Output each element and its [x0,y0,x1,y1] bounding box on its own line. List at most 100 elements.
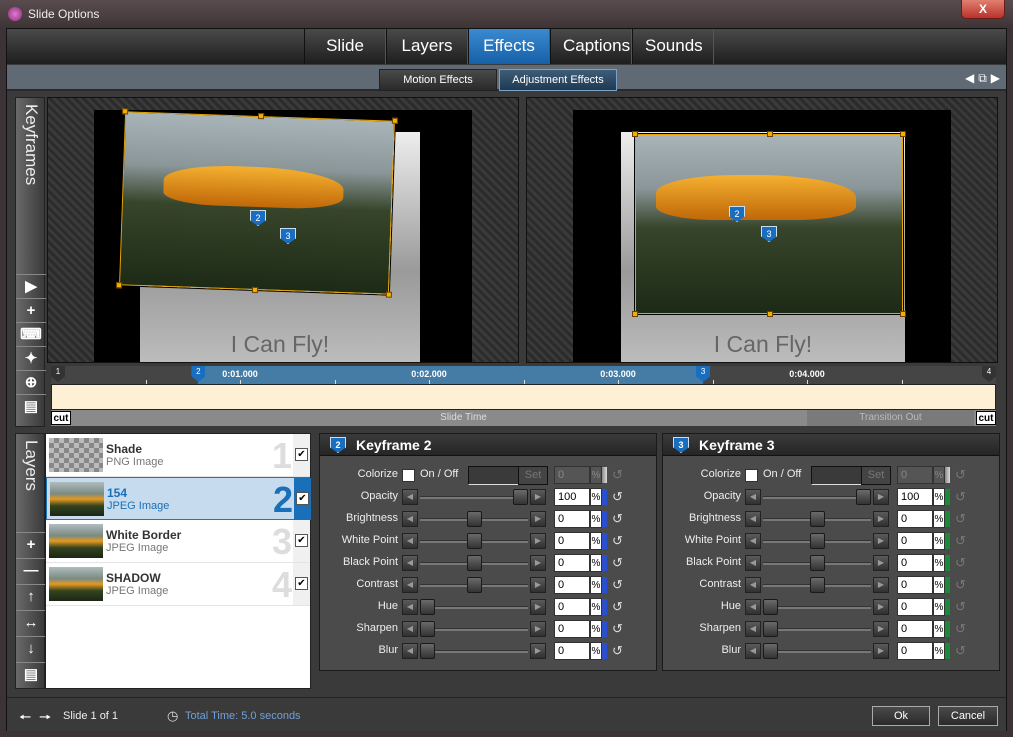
layer-row[interactable]: 154 JPEG Image 2 ✔ [46,477,311,520]
slider-thumb[interactable] [420,643,435,659]
prev-slide-icon[interactable]: 🠔 [19,707,31,731]
adjustment-value-input[interactable]: 0 [554,598,590,616]
decrease-button[interactable]: ◀ [745,489,761,505]
decrease-button[interactable]: ◀ [745,511,761,527]
reset-icon[interactable]: ↺ [955,643,966,659]
reset-icon[interactable]: ↺ [612,489,623,505]
slider-thumb[interactable] [420,599,435,615]
decrease-button[interactable]: ◀ [402,489,418,505]
increase-button[interactable]: ▶ [873,599,889,615]
previous-slide-icon[interactable]: ◀ [965,71,974,86]
cut-in-button[interactable]: cut [51,411,71,425]
increase-button[interactable]: ▶ [530,599,546,615]
reset-icon[interactable]: ↺ [612,555,623,571]
layer-visible-checkbox[interactable]: ✔ [296,492,309,505]
cancel-button[interactable]: Cancel [938,706,998,726]
layer-row[interactable]: Shade PNG Image 1 ✔ [46,434,310,477]
adjustment-value-input[interactable]: 0 [554,576,590,594]
increase-button[interactable]: ▶ [873,489,889,505]
slider-track[interactable] [420,606,528,609]
colorize-checkbox[interactable] [402,469,415,482]
increase-button[interactable]: ▶ [530,533,546,549]
decrease-button[interactable]: ◀ [745,555,761,571]
tab-layers[interactable]: Layers [386,29,468,64]
slider-thumb[interactable] [809,577,825,593]
increase-button[interactable]: ▶ [530,511,546,527]
decrease-button[interactable]: ◀ [402,643,418,659]
reset-icon[interactable]: ↺ [612,511,623,527]
adjustment-value-input[interactable]: 0 [554,554,590,572]
layer-row[interactable]: SHADOW JPEG Image 4 ✔ [46,563,310,606]
slider-track[interactable] [420,496,528,499]
timeline-keyframe-marker[interactable]: 4 [982,366,996,382]
photo-layer[interactable] [632,131,906,317]
move-layer-down-button[interactable]: ↓ [16,636,46,660]
adjustment-value-input[interactable]: 0 [897,598,933,616]
layer-settings-icon[interactable]: ▤ [16,662,46,689]
next-slide-icon[interactable]: ▶ [991,71,1000,86]
ok-button[interactable]: Ok [872,706,930,726]
tab-motion-effects[interactable]: Motion Effects [379,69,497,91]
tab-captions[interactable]: Captions [550,29,632,64]
slider-thumb[interactable] [420,621,435,637]
increase-button[interactable]: ▶ [530,621,546,637]
decrease-button[interactable]: ◀ [745,621,761,637]
cut-out-button[interactable]: cut [976,411,996,425]
decrease-button[interactable]: ◀ [745,577,761,593]
reset-icon[interactable]: ↺ [612,577,623,593]
reset-icon[interactable]: ↺ [612,467,623,483]
tab-adjustment-effects[interactable]: Adjustment Effects [499,69,617,91]
reset-icon[interactable]: ↺ [955,489,966,505]
slider-thumb[interactable] [763,621,778,637]
slider-track[interactable] [763,606,871,609]
increase-button[interactable]: ▶ [530,489,546,505]
reset-icon[interactable]: ↺ [955,621,966,637]
increase-button[interactable]: ▶ [530,643,546,659]
adjustment-value-input[interactable]: 0 [897,576,933,594]
increase-button[interactable]: ▶ [873,577,889,593]
adjustment-value-input[interactable]: 0 [554,642,590,660]
increase-button[interactable]: ▶ [873,621,889,637]
reset-icon[interactable]: ↺ [955,511,966,527]
timeline-track[interactable] [51,384,996,410]
slider-thumb[interactable] [856,489,871,505]
tab-sounds[interactable]: Sounds [632,29,714,64]
slider-track[interactable] [420,628,528,631]
increase-button[interactable]: ▶ [873,533,889,549]
layer-visible-checkbox[interactable]: ✔ [295,577,308,590]
decrease-button[interactable]: ◀ [402,577,418,593]
decrease-button[interactable]: ◀ [402,599,418,615]
decrease-button[interactable]: ◀ [402,511,418,527]
adjustment-value-input[interactable]: 0 [554,532,590,550]
adjustment-value-input[interactable]: 0 [897,554,933,572]
preview-keyframe-3[interactable]: I Can Fly! 2 3 [526,97,998,363]
decrease-button[interactable]: ◀ [402,533,418,549]
adjustment-value-input[interactable]: 100 [554,488,590,506]
zoom-icon[interactable]: ⊕ [16,370,46,394]
decrease-button[interactable]: ◀ [745,643,761,659]
reset-icon[interactable]: ↺ [955,533,966,549]
reset-icon[interactable]: ↺ [955,555,966,571]
reset-icon[interactable]: ↺ [612,599,623,615]
layer-visible-checkbox[interactable]: ✔ [295,534,308,547]
remove-layer-button[interactable]: — [16,558,46,582]
reset-icon[interactable]: ↺ [955,599,966,615]
slider-thumb[interactable] [763,643,778,659]
tab-slide[interactable]: Slide [304,29,386,64]
slider-thumb[interactable] [809,555,825,571]
adjustment-value-input[interactable]: 0 [897,532,933,550]
select-icon[interactable]: ▤ [16,394,46,426]
colorize-value[interactable]: 0 [897,466,933,484]
copy-settings-icon[interactable]: ⧉ [978,71,987,86]
slider-track[interactable] [763,496,871,499]
reset-icon[interactable]: ↺ [612,621,623,637]
slider-thumb[interactable] [466,555,482,571]
slider-thumb[interactable] [809,511,825,527]
photo-layer[interactable] [115,108,399,298]
adjustment-value-input[interactable]: 0 [554,510,590,528]
increase-button[interactable]: ▶ [873,555,889,571]
decrease-button[interactable]: ◀ [745,533,761,549]
increase-button[interactable]: ▶ [530,577,546,593]
timeline-keyframe-marker[interactable]: 1 [51,366,65,382]
colorize-value[interactable]: 0 [554,466,590,484]
